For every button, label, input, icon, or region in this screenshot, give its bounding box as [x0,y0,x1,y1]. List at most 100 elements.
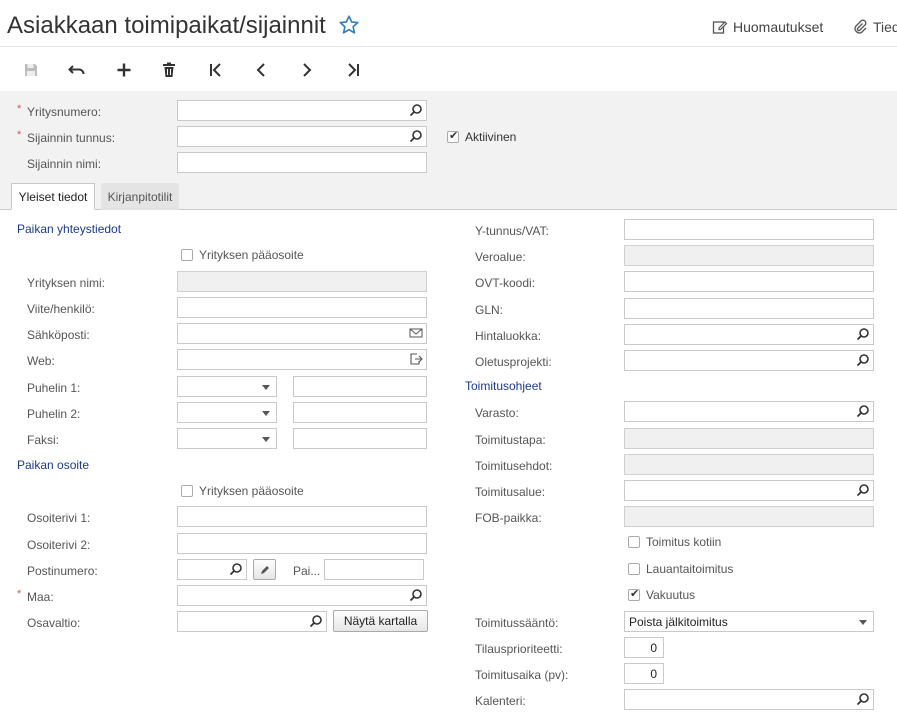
last-record-icon[interactable] [341,58,365,82]
tax-zone-field[interactable] [624,245,874,266]
fax-field[interactable] [293,428,427,449]
insurance-checkbox[interactable]: Vakuutus [628,587,695,602]
ship-terms-field[interactable] [624,454,874,475]
phone2-type-select[interactable] [177,402,277,423]
address2-field[interactable] [177,533,427,554]
calendar-field[interactable] [624,689,874,710]
files-button[interactable]: Tied [852,19,897,35]
search-icon[interactable] [856,692,870,706]
phone1-type-select[interactable] [177,376,277,397]
ship-via-label: Toimitustapa: [475,433,546,447]
main-address-checkbox[interactable]: Yrityksen pääosoite [181,248,304,262]
company-name-label: Yrityksen nimi: [27,276,106,290]
phone1-field[interactable] [293,376,427,397]
order-priority-field[interactable]: 0 [624,637,664,658]
search-icon[interactable] [856,404,870,418]
undo-icon[interactable] [65,58,89,82]
header-divider [0,46,897,47]
country-field[interactable] [177,585,427,606]
shipping-section-title: Toimitusohjeet [465,379,542,393]
email-label: Sähköposti: [27,328,90,342]
first-record-icon[interactable] [204,58,228,82]
customer-number-field[interactable] [177,100,427,121]
fax-type-select[interactable] [177,428,277,449]
search-icon[interactable] [409,129,423,143]
search-icon[interactable] [309,614,323,628]
chevron-down-icon [262,385,270,390]
phone2-field[interactable] [293,402,427,423]
order-priority-label: Tilausprioriteetti: [475,642,563,656]
default-project-label: Oletusprojekti: [475,355,552,369]
phone1-label: Puhelin 1: [27,381,81,395]
ship-zone-field[interactable] [624,480,874,501]
lead-time-field[interactable]: 0 [624,663,664,684]
address2-label: Osoiterivi 2: [27,538,91,552]
checkbox-box[interactable] [181,485,193,497]
fax-label: Faksi: [27,433,60,447]
price-class-label: Hintaluokka: [475,329,542,343]
vat-label: Y-tunnus/VAT: [475,224,549,238]
tax-zone-label: Veroalue: [475,250,526,264]
warehouse-field[interactable] [624,401,874,422]
search-icon[interactable] [856,353,870,367]
residential-checkbox[interactable]: Toimitus kotiin [628,535,721,549]
gln-field[interactable] [624,298,874,319]
company-name-field[interactable] [177,271,427,292]
search-icon[interactable] [856,483,870,497]
country-label: Maa: [27,590,54,604]
location-id-field[interactable] [177,126,427,147]
address1-label: Osoiterivi 1: [27,511,91,525]
notes-label: Huomautukset [733,19,824,35]
favorite-star-icon[interactable] [338,14,360,36]
email-field[interactable] [177,323,427,344]
location-name-field[interactable] [177,152,427,173]
add-icon[interactable] [112,58,136,82]
paperclip-icon [852,19,868,35]
postal-code-label: Postinumero: [27,564,98,578]
address1-field[interactable] [177,506,427,527]
address-section-title: Paikan osoite [17,458,90,472]
mail-icon[interactable] [409,326,423,340]
checkbox-box[interactable] [181,249,193,261]
checkbox-box[interactable] [628,587,640,601]
ship-via-field[interactable] [624,428,874,449]
search-icon[interactable] [856,327,870,341]
search-icon[interactable] [409,103,423,117]
edit-postal-button[interactable] [253,559,276,580]
chevron-down-icon [262,437,270,442]
default-project-field[interactable] [624,350,874,371]
checkbox-box[interactable] [447,129,459,143]
ovt-field[interactable] [624,271,874,292]
attention-field[interactable] [177,297,427,318]
save-icon[interactable] [19,58,43,82]
checkbox-box[interactable] [628,536,640,548]
fob-field[interactable] [624,506,874,527]
main-address-checkbox-2[interactable]: Yrityksen pääosoite [181,484,304,498]
city-field[interactable] [324,559,424,580]
search-icon[interactable] [229,562,243,576]
tab-general[interactable]: Yleiset tiedot [11,183,95,210]
price-class-field[interactable] [624,324,874,345]
required-marker: * [17,103,22,115]
previous-record-icon[interactable] [249,58,273,82]
files-label: Tied [873,19,897,35]
ship-rule-select[interactable]: Poista jälkitoimitus [624,611,874,632]
postal-code-field[interactable] [177,559,247,580]
ovt-label: OVT-koodi: [475,276,536,290]
ship-terms-label: Toimitusehdot: [475,459,553,473]
search-icon[interactable] [409,588,423,602]
saturday-checkbox[interactable]: Lauantaitoimitus [628,562,733,576]
delete-icon[interactable] [157,58,181,82]
web-field[interactable] [177,349,427,370]
order-priority-value: 0 [650,641,657,655]
vat-field[interactable] [624,219,874,240]
calendar-label: Kalenteri: [475,694,526,708]
active-checkbox[interactable]: Aktiivinen [447,129,516,144]
next-record-icon[interactable] [295,58,319,82]
notes-button[interactable]: Huomautukset [712,19,823,35]
tab-accounts[interactable]: Kirjanpitotilit [101,183,179,210]
checkbox-box[interactable] [628,563,640,575]
state-field[interactable] [177,611,327,632]
show-map-button[interactable]: Näytä kartalla [333,610,428,632]
open-link-icon[interactable] [409,352,423,366]
